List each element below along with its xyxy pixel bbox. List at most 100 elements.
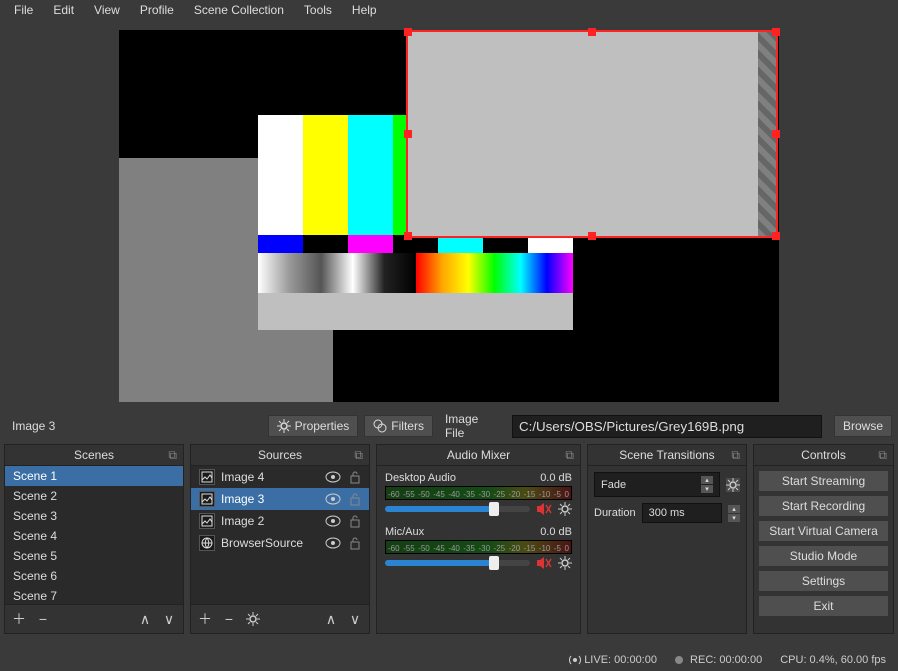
source-properties-bar: Image 3 Properties Filters Image File Br… bbox=[0, 412, 898, 440]
gear-icon bbox=[246, 612, 260, 626]
sources-title: Sources bbox=[258, 448, 302, 462]
volume-slider[interactable] bbox=[385, 560, 530, 566]
menu-edit[interactable]: Edit bbox=[43, 1, 84, 19]
scene-item[interactable]: Scene 1 bbox=[5, 466, 183, 486]
transition-properties-button[interactable] bbox=[726, 478, 740, 492]
volume-slider[interactable] bbox=[385, 506, 530, 512]
lock-toggle-icon[interactable] bbox=[349, 536, 361, 550]
scene-remove-button[interactable]: − bbox=[32, 608, 54, 630]
menu-profile[interactable]: Profile bbox=[130, 1, 184, 19]
controls-dock: Controls ⧉ Start Streaming Start Recordin… bbox=[753, 444, 894, 634]
gear-icon bbox=[277, 419, 291, 433]
source-item-label: Image 4 bbox=[221, 470, 264, 484]
scenes-list[interactable]: Scene 1Scene 2Scene 3Scene 4Scene 5Scene… bbox=[5, 466, 183, 604]
source-item[interactable]: Image 4 bbox=[191, 466, 369, 488]
status-live: LIVE: 00:00:00 bbox=[569, 654, 657, 666]
scene-transitions-dock: Scene Transitions ⧉ Fade ▴▾ Duration 300… bbox=[587, 444, 747, 634]
sources-list[interactable]: Image 4 Image 3Image 2BrowserSource bbox=[191, 466, 369, 604]
scene-item[interactable]: Scene 3 bbox=[5, 506, 183, 526]
visibility-toggle-icon[interactable] bbox=[325, 537, 341, 549]
resize-handle-sw[interactable] bbox=[404, 232, 412, 240]
scenes-title: Scenes bbox=[74, 448, 114, 462]
visibility-toggle-icon[interactable] bbox=[325, 471, 341, 483]
scene-item[interactable]: Scene 7 bbox=[5, 586, 183, 604]
mixer-popout-icon[interactable]: ⧉ bbox=[565, 448, 574, 463]
control-button-start-virtual-camera[interactable]: Start Virtual Camera bbox=[758, 520, 889, 542]
resize-handle-n[interactable] bbox=[588, 28, 596, 36]
scene-add-button[interactable]: ＋ bbox=[8, 608, 30, 630]
mixer-channel: Mic/Aux0.0 dB-60-55-50-45-40-35-30-25-20… bbox=[385, 526, 572, 570]
status-rec-time: 00:00:00 bbox=[719, 654, 762, 666]
source-remove-button[interactable]: − bbox=[218, 608, 240, 630]
source-item[interactable]: Image 2 bbox=[191, 510, 369, 532]
scenes-popout-icon[interactable]: ⧉ bbox=[168, 448, 177, 463]
transitions-popout-icon[interactable]: ⧉ bbox=[731, 448, 740, 463]
lock-toggle-icon[interactable] bbox=[349, 492, 361, 506]
scene-item[interactable]: Scene 5 bbox=[5, 546, 183, 566]
audio-mixer-dock: Audio Mixer ⧉ Desktop Audio0.0 dB-60-55-… bbox=[376, 444, 581, 634]
menu-view[interactable]: View bbox=[84, 1, 130, 19]
sources-toolbar: ＋ − ∧ ∨ bbox=[191, 604, 369, 633]
transition-duration-stepper[interactable]: ▴▾ bbox=[728, 505, 740, 522]
status-live-label: LIVE: bbox=[584, 654, 611, 666]
docks-row: Scenes ⧉ Scene 1Scene 2Scene 3Scene 4Sce… bbox=[0, 444, 898, 634]
control-button-start-streaming[interactable]: Start Streaming bbox=[758, 470, 889, 492]
mixer-settings-icon[interactable] bbox=[558, 556, 572, 570]
menu-tools[interactable]: Tools bbox=[294, 1, 342, 19]
browse-button-label: Browse bbox=[843, 419, 883, 433]
resize-handle-e[interactable] bbox=[772, 130, 780, 138]
control-button-settings[interactable]: Settings bbox=[758, 570, 889, 592]
status-live-time: 00:00:00 bbox=[614, 654, 657, 666]
transition-select[interactable]: Fade ▴▾ bbox=[594, 472, 720, 497]
source-item[interactable]: Image 3 bbox=[191, 488, 369, 510]
menu-file[interactable]: File bbox=[4, 1, 43, 19]
image-icon bbox=[199, 513, 215, 529]
resize-handle-nw[interactable] bbox=[404, 28, 412, 36]
scene-item[interactable]: Scene 6 bbox=[5, 566, 183, 586]
scene-move-down-button[interactable]: ∨ bbox=[158, 608, 180, 630]
control-button-exit[interactable]: Exit bbox=[758, 595, 889, 617]
image-file-input[interactable] bbox=[512, 415, 822, 438]
source-item[interactable]: BrowserSource bbox=[191, 532, 369, 554]
transition-duration-input[interactable]: 300 ms bbox=[642, 503, 722, 523]
scene-move-up-button[interactable]: ∧ bbox=[134, 608, 156, 630]
preview-canvas[interactable] bbox=[119, 30, 779, 402]
mixer-channel-level: 0.0 dB bbox=[540, 526, 572, 538]
resize-handle-s[interactable] bbox=[588, 232, 596, 240]
menubar: File Edit View Profile Scene Collection … bbox=[0, 0, 898, 20]
control-button-studio-mode[interactable]: Studio Mode bbox=[758, 545, 889, 567]
mute-button-icon[interactable] bbox=[536, 556, 552, 570]
resize-handle-ne[interactable] bbox=[772, 28, 780, 36]
visibility-toggle-icon[interactable] bbox=[325, 515, 341, 527]
mixer-title: Audio Mixer bbox=[447, 448, 510, 462]
scene-item[interactable]: Scene 4 bbox=[5, 526, 183, 546]
control-button-start-recording[interactable]: Start Recording bbox=[758, 495, 889, 517]
scenes-toolbar: ＋ − ∧ ∨ bbox=[5, 604, 183, 633]
resize-handle-w[interactable] bbox=[404, 130, 412, 138]
source-properties-button[interactable] bbox=[242, 608, 264, 630]
source-move-up-button[interactable]: ∧ bbox=[320, 608, 342, 630]
browse-button[interactable]: Browse bbox=[834, 415, 892, 437]
properties-button[interactable]: Properties bbox=[268, 415, 359, 437]
lock-toggle-icon[interactable] bbox=[349, 470, 361, 484]
properties-button-label: Properties bbox=[295, 419, 350, 433]
sources-popout-icon[interactable]: ⧉ bbox=[354, 448, 363, 463]
scene-item[interactable]: Scene 2 bbox=[5, 486, 183, 506]
source-add-button[interactable]: ＋ bbox=[194, 608, 216, 630]
lock-toggle-icon[interactable] bbox=[349, 514, 361, 528]
statusbar: LIVE: 00:00:00 REC: 00:00:00 CPU: 0.4%, … bbox=[0, 649, 898, 671]
controls-popout-icon[interactable]: ⧉ bbox=[878, 448, 887, 463]
preview-selection-box[interactable] bbox=[406, 30, 778, 238]
menu-help[interactable]: Help bbox=[342, 1, 387, 19]
source-move-down-button[interactable]: ∨ bbox=[344, 608, 366, 630]
status-rec-label: REC: bbox=[690, 654, 716, 666]
mixer-channel-level: 0.0 dB bbox=[540, 472, 572, 484]
resize-handle-se[interactable] bbox=[772, 232, 780, 240]
visibility-toggle-icon[interactable] bbox=[325, 493, 341, 505]
menu-scene-collection[interactable]: Scene Collection bbox=[184, 1, 294, 19]
filters-button[interactable]: Filters bbox=[364, 415, 433, 437]
transition-stepper[interactable]: ▴▾ bbox=[701, 476, 713, 493]
mixer-settings-icon[interactable] bbox=[558, 502, 572, 516]
controls-title: Controls bbox=[801, 448, 846, 462]
mute-button-icon[interactable] bbox=[536, 502, 552, 516]
